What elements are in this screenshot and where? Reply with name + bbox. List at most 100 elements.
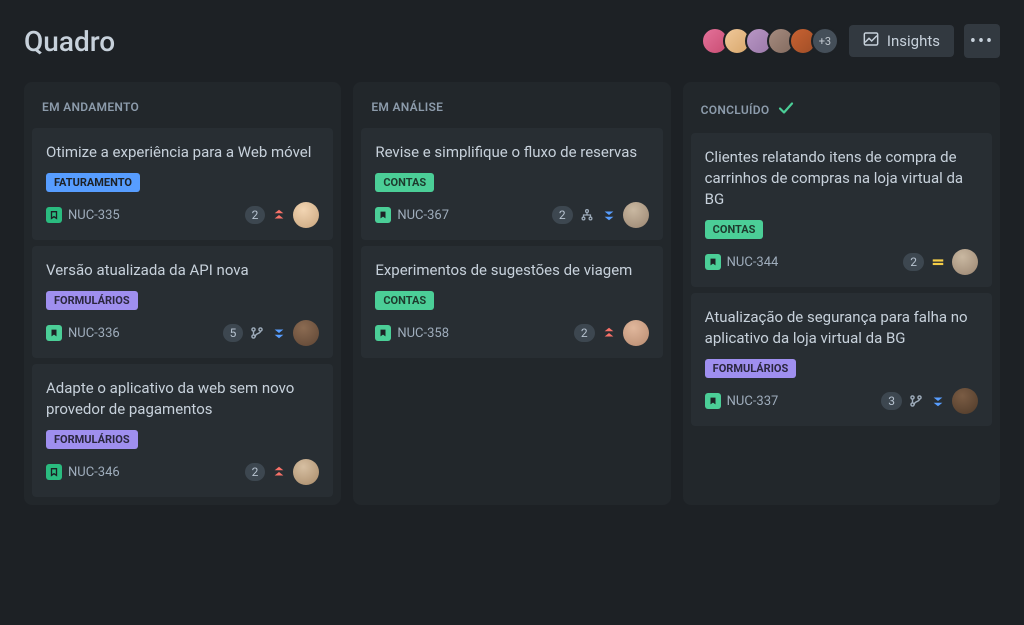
column: CONCLUÍDO Clientes relatando itens de com… xyxy=(683,82,1000,505)
card[interactable]: Clientes relatando itens de compra de ca… xyxy=(691,133,992,287)
card-footer: NUC-367 2 xyxy=(375,202,648,228)
tag: CONTAS xyxy=(705,220,764,239)
avatar-stack[interactable]: +3 xyxy=(701,27,839,55)
card-key: NUC-346 xyxy=(46,464,120,480)
tag: FORMULÁRIOS xyxy=(46,430,138,449)
story-points-badge: 2 xyxy=(245,463,266,481)
issue-key: NUC-344 xyxy=(727,255,779,270)
priority-icon xyxy=(601,207,617,223)
branch-icon xyxy=(249,325,265,341)
column: EM ANDAMENTO Otimize a experiência para a… xyxy=(24,82,341,505)
bookmark-icon xyxy=(705,393,721,409)
issue-key: NUC-337 xyxy=(727,394,779,409)
assignee-avatar[interactable] xyxy=(952,388,978,414)
card[interactable]: Experimentos de sugestões de viagem CONTA… xyxy=(361,246,662,358)
bookmark-icon xyxy=(705,254,721,270)
card-key: NUC-337 xyxy=(705,393,779,409)
column-header: EM ANDAMENTO xyxy=(32,90,333,122)
story-points-badge: 2 xyxy=(245,206,266,224)
tag: CONTAS xyxy=(375,291,434,310)
assignee-avatar[interactable] xyxy=(623,202,649,228)
check-icon xyxy=(778,100,794,119)
bookmark-icon xyxy=(375,207,391,223)
insights-button[interactable]: Insights xyxy=(849,25,954,57)
bookmark-icon xyxy=(46,325,62,341)
issue-key: NUC-336 xyxy=(68,326,120,341)
card-title: Versão atualizada da API nova xyxy=(46,260,319,281)
insights-label: Insights xyxy=(887,32,940,50)
board: EM ANDAMENTO Otimize a experiência para a… xyxy=(0,70,1024,517)
story-points-badge: 2 xyxy=(552,206,573,224)
chart-icon xyxy=(863,31,879,51)
card-title: Revise e simplifique o fluxo de reservas xyxy=(375,142,648,163)
assignee-avatar[interactable] xyxy=(293,202,319,228)
bookmark-icon xyxy=(46,207,62,223)
priority-icon xyxy=(271,207,287,223)
priority-icon xyxy=(271,325,287,341)
header: Quadro +3 Insights ••• xyxy=(0,0,1024,70)
card-title: Otimize a experiência para a Web móvel xyxy=(46,142,319,163)
column: EM ANÁLISE Revise e simplifique o fluxo d… xyxy=(353,82,670,505)
tag: FORMULÁRIOS xyxy=(705,359,797,378)
card-title: Adapte o aplicativo da web sem novo prov… xyxy=(46,378,319,420)
subtask-icon xyxy=(579,207,595,223)
card-title: Atualização de segurança para falha no a… xyxy=(705,307,978,349)
bookmark-icon xyxy=(46,464,62,480)
story-points-badge: 3 xyxy=(881,392,902,410)
card-key: NUC-336 xyxy=(46,325,120,341)
card-meta: 2 xyxy=(903,249,978,275)
card-meta: 2 xyxy=(245,202,320,228)
dots-icon: ••• xyxy=(970,31,994,52)
card-key: NUC-358 xyxy=(375,325,449,341)
more-button[interactable]: ••• xyxy=(964,24,1000,58)
story-points-badge: 2 xyxy=(574,324,595,342)
card-key: NUC-367 xyxy=(375,207,449,223)
assignee-avatar[interactable] xyxy=(293,459,319,485)
card-title: Experimentos de sugestões de viagem xyxy=(375,260,648,281)
card-footer: NUC-358 2 xyxy=(375,320,648,346)
card-title: Clientes relatando itens de compra de ca… xyxy=(705,147,978,210)
card-key: NUC-344 xyxy=(705,254,779,270)
bookmark-icon xyxy=(375,325,391,341)
priority-icon xyxy=(930,254,946,270)
card[interactable]: Versão atualizada da API nova FORMULÁRIOS… xyxy=(32,246,333,358)
story-points-badge: 2 xyxy=(903,253,924,271)
issue-key: NUC-358 xyxy=(397,326,449,341)
tag: FATURAMENTO xyxy=(46,173,140,192)
avatar-overflow[interactable]: +3 xyxy=(811,27,839,55)
priority-icon xyxy=(271,464,287,480)
assignee-avatar[interactable] xyxy=(952,249,978,275)
priority-icon xyxy=(930,393,946,409)
column-title: EM ANDAMENTO xyxy=(42,100,139,114)
header-actions: +3 Insights ••• xyxy=(701,24,1000,58)
branch-icon xyxy=(908,393,924,409)
column-title: CONCLUÍDO xyxy=(701,103,770,117)
card[interactable]: Adapte o aplicativo da web sem novo prov… xyxy=(32,364,333,497)
issue-key: NUC-367 xyxy=(397,208,449,223)
issue-key: NUC-346 xyxy=(68,465,120,480)
card-footer: NUC-335 2 xyxy=(46,202,319,228)
card[interactable]: Revise e simplifique o fluxo de reservas… xyxy=(361,128,662,240)
card-footer: NUC-346 2 xyxy=(46,459,319,485)
card[interactable]: Otimize a experiência para a Web móvel FA… xyxy=(32,128,333,240)
column-header: CONCLUÍDO xyxy=(691,90,992,127)
story-points-badge: 5 xyxy=(223,324,244,342)
column-header: EM ANÁLISE xyxy=(361,90,662,122)
card[interactable]: Atualização de segurança para falha no a… xyxy=(691,293,992,426)
tag: FORMULÁRIOS xyxy=(46,291,138,310)
card-footer: NUC-336 5 xyxy=(46,320,319,346)
card-key: NUC-335 xyxy=(46,207,120,223)
card-meta: 3 xyxy=(881,388,978,414)
priority-icon xyxy=(601,325,617,341)
issue-key: NUC-335 xyxy=(68,208,120,223)
card-footer: NUC-344 2 xyxy=(705,249,978,275)
page-title: Quadro xyxy=(24,25,115,58)
card-meta: 2 xyxy=(552,202,649,228)
column-title: EM ANÁLISE xyxy=(371,100,443,114)
card-meta: 2 xyxy=(245,459,320,485)
card-meta: 2 xyxy=(574,320,649,346)
assignee-avatar[interactable] xyxy=(293,320,319,346)
card-footer: NUC-337 3 xyxy=(705,388,978,414)
card-meta: 5 xyxy=(223,320,320,346)
assignee-avatar[interactable] xyxy=(623,320,649,346)
